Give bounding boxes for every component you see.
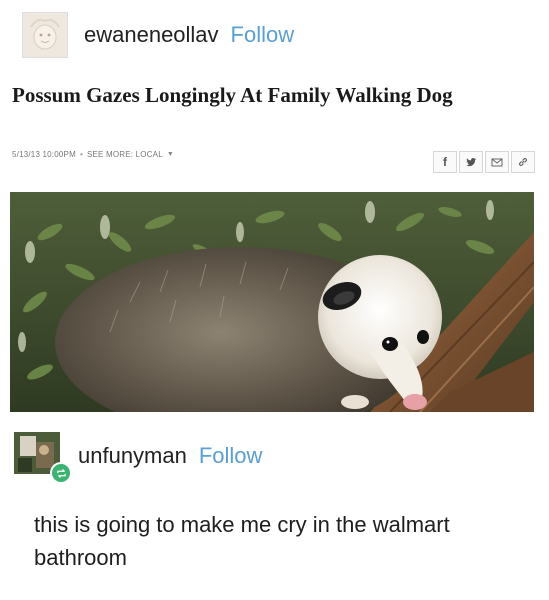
see-more-link[interactable]: SEE MORE: LOCAL: [87, 150, 163, 159]
article-headline[interactable]: Possum Gazes Longingly At Family Walking…: [12, 82, 532, 108]
reblog-comment: this is going to make me cry in the walm…: [34, 512, 450, 570]
link-icon[interactable]: [511, 151, 535, 173]
username-link[interactable]: ewaneneollav: [84, 22, 219, 48]
twitter-glyph: [466, 158, 476, 167]
twitter-icon[interactable]: [459, 151, 483, 173]
share-buttons: f: [433, 151, 535, 173]
facebook-icon[interactable]: f: [433, 151, 457, 173]
reblog-arrows-glyph: [56, 468, 66, 478]
envelope-glyph: [491, 158, 503, 167]
follow-button[interactable]: Follow: [231, 22, 295, 48]
follow-button[interactable]: Follow: [199, 443, 263, 469]
email-icon[interactable]: [485, 151, 509, 173]
facebook-glyph: f: [443, 155, 447, 169]
reblogger-row: unfunyman Follow: [14, 432, 263, 484]
reblog-icon: [50, 462, 72, 484]
chevron-down-icon[interactable]: ▼: [167, 151, 174, 158]
article-date: 5/13/13 10:00PM: [12, 150, 76, 159]
original-poster-row: ewaneneollav Follow: [22, 12, 294, 58]
tumblr-post: ewaneneollav Follow Possum Gazes Longing…: [0, 0, 549, 600]
article-photo[interactable]: [10, 192, 534, 412]
default-avatar-icon: [23, 13, 67, 57]
meta-separator: •: [79, 150, 83, 159]
avatar[interactable]: [14, 432, 72, 484]
possum-photo: [10, 192, 534, 412]
username-link[interactable]: unfunyman: [78, 443, 187, 469]
avatar[interactable]: [22, 12, 68, 58]
article-meta: 5/13/13 10:00PM • SEE MORE: LOCAL ▼: [12, 150, 174, 159]
chain-glyph: [519, 158, 527, 166]
